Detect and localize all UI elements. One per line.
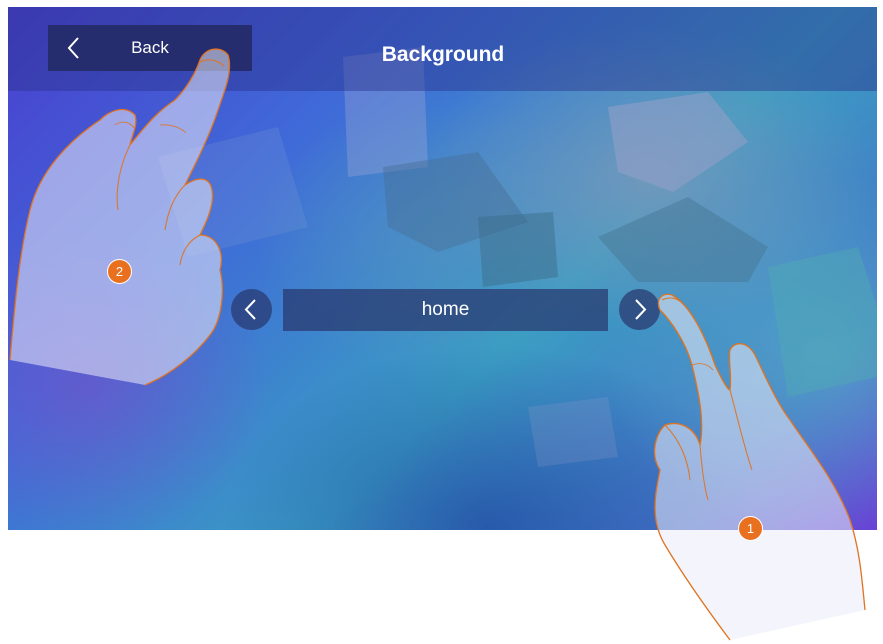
step-1-badge: 1 [738, 516, 763, 541]
back-label: Back [131, 38, 169, 57]
step-2-badge: 2 [107, 259, 132, 284]
next-background-button[interactable] [619, 289, 660, 330]
back-button[interactable]: Back [48, 25, 252, 71]
chevron-right-icon [635, 299, 647, 320]
chevron-left-icon [244, 299, 256, 320]
device-screen: Back Background home [8, 7, 877, 530]
page-title: Background [381, 43, 505, 66]
previous-background-button[interactable] [231, 289, 272, 330]
background-name-display: home [283, 289, 608, 331]
